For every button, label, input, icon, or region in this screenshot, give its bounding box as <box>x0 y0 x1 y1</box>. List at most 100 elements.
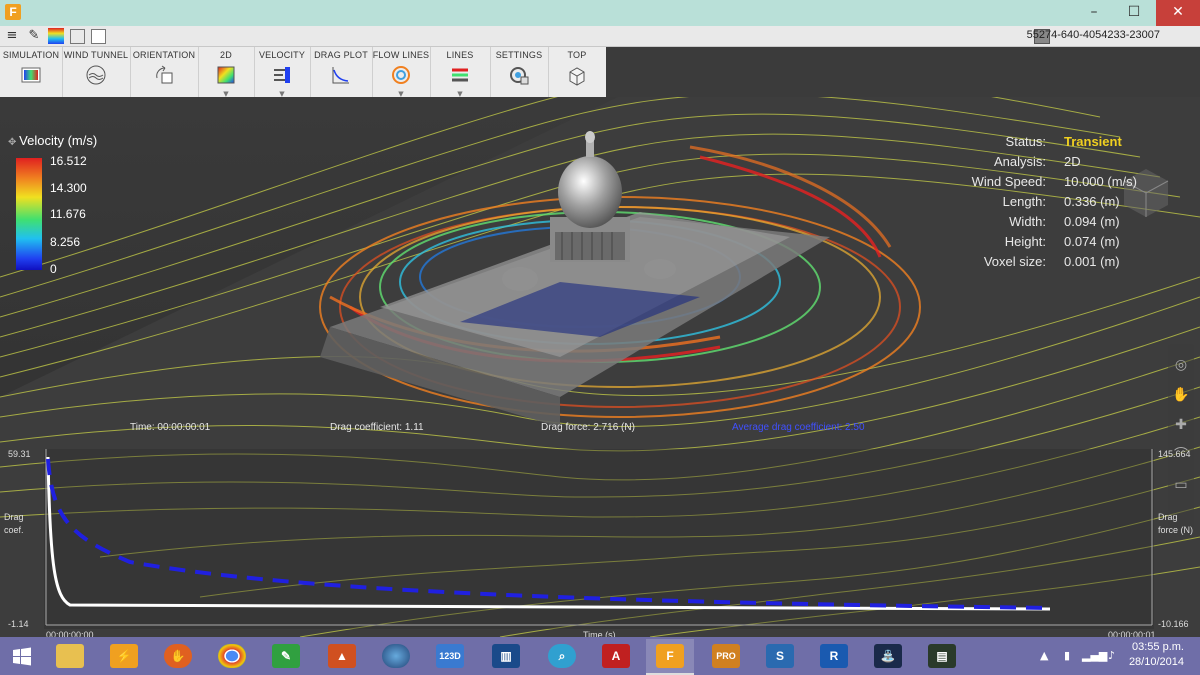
ribbon-label: SIMULATION <box>2 50 60 60</box>
height-key: Height: <box>1004 234 1046 249</box>
length-key: Length: <box>1002 194 1046 209</box>
sketchbook-icon: ✎ <box>272 644 300 668</box>
legend-value: 16.512 <box>50 154 87 168</box>
y-left-min: -1.14 <box>8 619 29 629</box>
network-icon[interactable]: ▂▄▆ <box>1082 649 1107 662</box>
flow-viewer-icon: ▤ <box>928 644 956 668</box>
ribbon-drag-plot[interactable]: DRAG PLOT <box>310 47 373 97</box>
wind-tunnel-quick-icon[interactable]: ✎ <box>26 28 42 44</box>
ribbon-label: TOP <box>567 50 587 60</box>
show-hidden-icons-icon[interactable]: ▲ <box>1040 649 1048 662</box>
battery-icon[interactable]: ▮ <box>1064 649 1070 662</box>
volume-icon[interactable]: ♪ <box>1108 649 1115 662</box>
ribbon-simulation[interactable]: SIMULATION <box>0 47 63 97</box>
taskbar-water-tap[interactable]: ⛲ <box>864 639 912 673</box>
orientation-icon <box>156 65 173 84</box>
status-key: Status: <box>1005 134 1046 149</box>
width-key: Width: <box>1009 214 1046 229</box>
width-value: 0.094 (m) <box>1064 214 1120 229</box>
ribbon-velocity[interactable]: VELOCITY ▼ <box>254 47 311 98</box>
length-value: 0.336 (m) <box>1064 194 1120 209</box>
ribbon-flow-lines[interactable]: FLOW LINES ▼ <box>372 47 431 98</box>
ribbon-orientation[interactable]: ORIENTATION <box>130 47 199 97</box>
ribbon-label: WIND TUNNEL <box>63 50 129 60</box>
close-button[interactable]: ✕ <box>1156 0 1200 26</box>
taskbar-123d[interactable]: 123D <box>426 639 474 673</box>
autodesk-pro-icon: PRO <box>712 644 740 668</box>
analysis-key: Analysis: <box>993 154 1046 169</box>
settings-icon <box>510 67 529 85</box>
city-app-icon: ▥ <box>492 644 520 668</box>
velocity-icon <box>274 67 290 83</box>
legend-value: 14.300 <box>50 181 87 195</box>
screenshot-icon[interactable] <box>70 29 85 44</box>
hamburger-menu-icon[interactable]: ≡ <box>4 28 20 44</box>
ribbon-label: 2D <box>220 50 232 60</box>
drag-plot-panel <box>44 449 1154 629</box>
y-left-label: Drag <box>4 512 24 522</box>
flow-lines-icon <box>392 66 410 84</box>
navigation-bar: ◎ ✋ ✚ ⌒ ▭ <box>1168 344 1194 529</box>
taskbar-google-earth[interactable] <box>372 639 420 673</box>
y-right-max: 145.664 <box>1158 449 1191 459</box>
2d-slice-icon <box>217 66 235 84</box>
search-app-icon: ⌕ <box>548 644 576 668</box>
taskbar-vlc[interactable]: ⚡ <box>100 639 148 673</box>
ribbon-label: ORIENTATION <box>132 50 196 60</box>
wind-tunnel-icon <box>86 65 106 85</box>
revit-icon: R <box>820 644 848 668</box>
orbit-icon[interactable]: ◎ <box>1172 356 1190 374</box>
look-icon[interactable]: ▭ <box>1172 476 1190 494</box>
taskbar-city-app[interactable]: ▥ <box>482 639 530 673</box>
ribbon-settings[interactable]: SETTINGS <box>490 47 549 97</box>
taskbar-simulation-app[interactable]: S <box>756 639 804 673</box>
taskbar-mitt[interactable]: ✋ <box>154 639 202 673</box>
start-button[interactable] <box>0 639 48 673</box>
clock-time: 03:55 p.m. <box>1132 641 1184 653</box>
window-icon[interactable] <box>91 29 106 44</box>
taskbar-autocad[interactable]: A <box>592 639 640 673</box>
ribbon-label: VELOCITY <box>258 50 306 60</box>
autodesk-123d-icon: 123D <box>436 644 464 668</box>
taskbar: ⚡ ✋ ✎ ▲ 123D ▥ ⌕ A F PRO S R ⛲ ▤ ▲ ▮ ▂▄▆… <box>0 637 1200 675</box>
legend-title-text: Velocity (m/s) <box>19 133 98 148</box>
minimize-button[interactable]: – <box>1076 0 1112 26</box>
ribbon-wind-tunnel[interactable]: WIND TUNNEL <box>62 47 131 97</box>
mitt-icon: ✋ <box>164 644 192 668</box>
lines-icon <box>452 68 468 82</box>
voxel-size-key: Voxel size: <box>983 254 1046 269</box>
ribbon-label: DRAG PLOT <box>314 50 368 60</box>
analysis-value: 2D <box>1064 154 1081 169</box>
top-view-cube-icon <box>569 67 585 86</box>
app-logo-icon[interactable]: F <box>5 4 21 20</box>
taskbar-matlab[interactable]: ▲ <box>318 639 366 673</box>
zoom-icon[interactable]: ✚ <box>1172 416 1190 434</box>
flow-design-icon: F <box>656 644 684 668</box>
y-right-min: -10.166 <box>1158 619 1189 629</box>
drag-plot-icon <box>332 67 349 84</box>
maximize-button[interactable]: ☐ <box>1116 0 1152 26</box>
taskbar-flow-design[interactable]: F <box>646 639 694 675</box>
ribbon-2d[interactable]: 2D ▼ <box>198 47 255 98</box>
legend-value: 11.676 <box>50 207 86 221</box>
ribbon-lines[interactable]: LINES ▼ <box>430 47 491 98</box>
taskbar-file-explorer[interactable] <box>46 639 94 673</box>
chrome-icon <box>218 644 246 668</box>
y-right-label: Drag <box>1158 512 1178 522</box>
taskbar-sketchbook[interactable]: ✎ <box>262 639 310 673</box>
system-clock[interactable]: 03:55 p.m. 28/10/2014 <box>1129 640 1184 670</box>
taskbar-revit[interactable]: R <box>810 639 858 673</box>
taskbar-chrome[interactable] <box>208 639 256 673</box>
taskbar-search-app[interactable]: ⌕ <box>538 639 586 673</box>
taskbar-autodesk-pro[interactable]: PRO <box>702 639 750 673</box>
status-value: Transient <box>1064 134 1122 149</box>
move-handle-icon[interactable]: ✥ <box>8 137 19 148</box>
simulation-icon <box>21 67 41 83</box>
ribbon-top[interactable]: TOP <box>548 47 606 97</box>
taskbar-flow-viewer[interactable]: ▤ <box>918 639 966 673</box>
legend-toggle-icon[interactable] <box>48 28 64 44</box>
water-tap-icon: ⛲ <box>874 644 902 668</box>
y-left-label: coef. <box>4 525 24 535</box>
pan-hand-icon[interactable]: ✋ <box>1172 386 1190 404</box>
simulation-app-icon: S <box>766 644 794 668</box>
